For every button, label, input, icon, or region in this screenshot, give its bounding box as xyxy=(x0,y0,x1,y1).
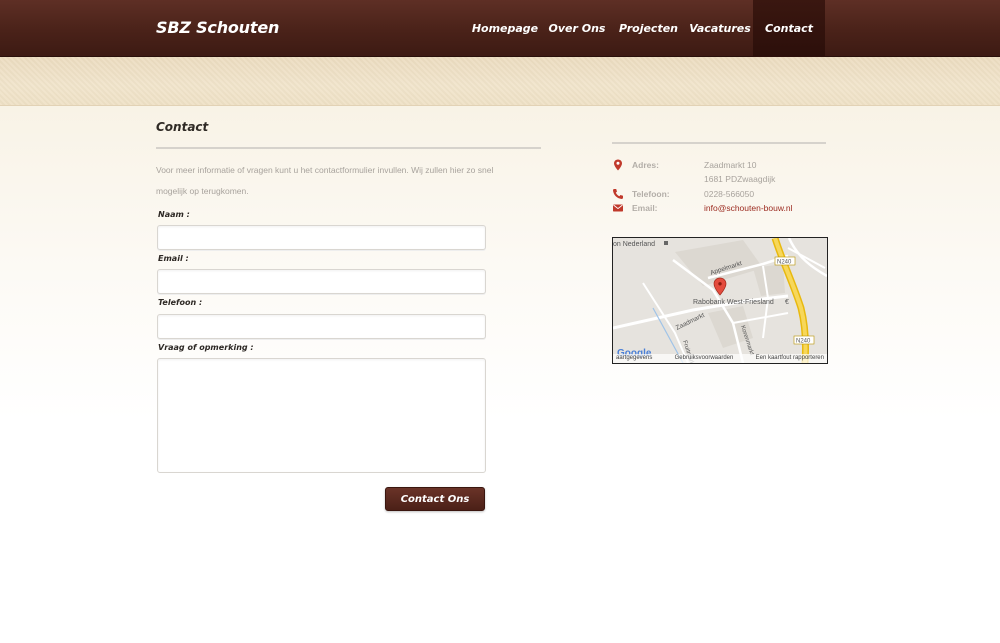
main-nav: Homepage Over Ons Projecten Vacatures Co… xyxy=(466,0,825,57)
map-footer: aartgegevens Gebruiksvoorwaarden Een kaa… xyxy=(613,354,827,363)
map-report-link[interactable]: Een kaartfout rapporteren xyxy=(756,355,824,362)
phone-value: 0228-566050 xyxy=(704,189,755,199)
envelope-icon xyxy=(613,204,623,212)
map-terms-link[interactable]: Gebruiksvoorwaarden xyxy=(675,355,734,362)
phone-input[interactable] xyxy=(157,314,486,339)
map-region-label: on Nederland xyxy=(613,241,655,248)
map-square-marker xyxy=(664,241,668,245)
site-header: SBZ Schouten Homepage Over Ons Projecten… xyxy=(0,0,1000,57)
map-data-link[interactable]: aartgegevens xyxy=(616,355,652,362)
address-line-1: Zaadmarkt 10 xyxy=(704,160,757,170)
name-input[interactable] xyxy=(157,225,486,250)
nav-item-homepage[interactable]: Homepage xyxy=(466,0,544,57)
message-textarea[interactable] xyxy=(157,358,486,473)
message-label: Vraag of opmerking : xyxy=(158,343,254,352)
nav-item-contact[interactable]: Contact xyxy=(753,0,825,57)
email-link[interactable]: info@schouten-bouw.nl xyxy=(704,203,793,213)
sidebar-divider xyxy=(612,142,826,144)
name-label: Naam : xyxy=(158,210,190,219)
site-logo[interactable]: SBZ Schouten xyxy=(156,18,279,37)
title-divider xyxy=(156,147,541,149)
email-label: Email: xyxy=(632,203,658,213)
page-title: Contact xyxy=(156,120,209,134)
nav-item-over-ons[interactable]: Over Ons xyxy=(544,0,610,57)
map-marker-label: Rabobank West-Friesland xyxy=(693,299,774,306)
header-banner xyxy=(0,57,1000,106)
location-pin-icon xyxy=(614,159,622,171)
map-canvas[interactable]: N240 N240 on Nederland Appelmarkt Zaadma… xyxy=(613,238,827,363)
email-input[interactable] xyxy=(157,269,486,294)
email-label: Email : xyxy=(158,254,189,263)
map-marker-extra: € xyxy=(785,299,789,306)
location-map[interactable]: N240 N240 on Nederland Appelmarkt Zaadma… xyxy=(612,237,828,364)
phone-label: Telefoon: xyxy=(632,189,670,199)
phone-icon xyxy=(613,189,623,199)
address-label: Adres: xyxy=(632,160,659,170)
nav-item-vacatures[interactable]: Vacatures xyxy=(687,0,753,57)
road-shield-n240-top: N240 xyxy=(777,260,792,266)
phone-label: Telefoon : xyxy=(158,298,203,307)
nav-item-projecten[interactable]: Projecten xyxy=(610,0,687,57)
address-line-2: 1681 PDZwaagdijk xyxy=(704,174,776,184)
contact-submit-button[interactable]: Contact Ons xyxy=(385,487,485,511)
intro-text: Voor meer informatie of vragen kunt u he… xyxy=(156,165,494,196)
road-shield-n240-bottom: N240 xyxy=(796,339,811,345)
